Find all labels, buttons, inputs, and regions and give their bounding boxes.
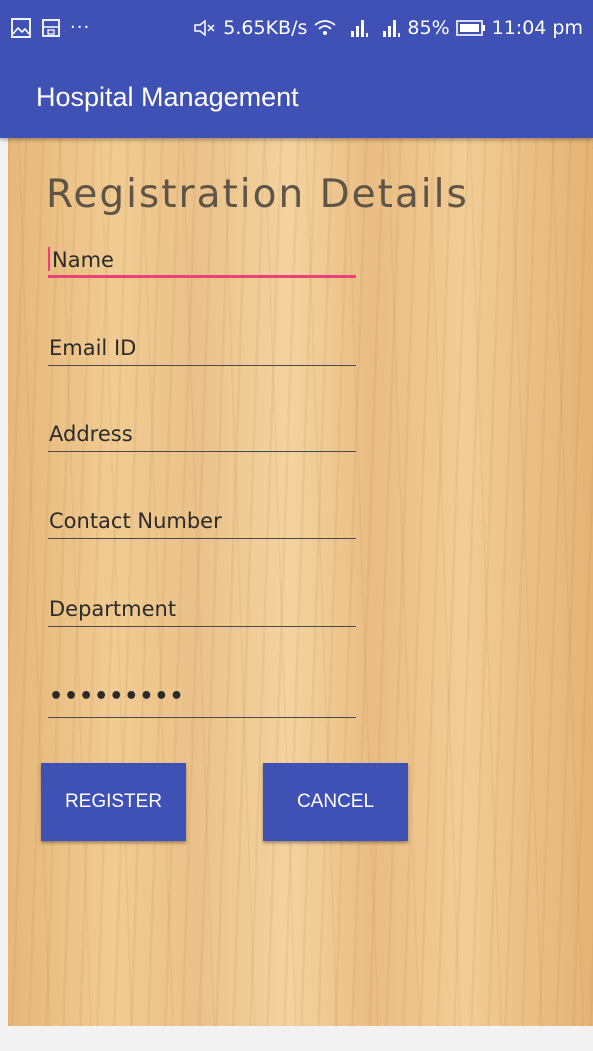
name-placeholder: Name bbox=[52, 248, 114, 272]
address-field[interactable]: Address bbox=[48, 410, 356, 452]
battery-percent: 85% bbox=[407, 17, 450, 39]
contact-number-field[interactable]: Contact Number bbox=[48, 497, 356, 539]
register-button[interactable]: REGISTER bbox=[41, 763, 186, 841]
app-bar: Hospital Management bbox=[0, 56, 593, 138]
more-dots-icon: ··· bbox=[70, 17, 91, 38]
app-title: Hospital Management bbox=[36, 81, 299, 112]
signal-icon bbox=[343, 17, 369, 39]
contact-number-placeholder: Contact Number bbox=[49, 509, 222, 533]
department-placeholder: Department bbox=[49, 597, 177, 621]
sim-card-icon bbox=[40, 17, 62, 39]
network-speed: 5.65KB/s bbox=[223, 17, 308, 39]
registration-form: Registration Details Name Email ID Addre… bbox=[8, 138, 593, 1026]
cancel-button[interactable]: CANCEL bbox=[263, 763, 408, 841]
password-value: ••••••••• bbox=[49, 684, 185, 709]
signal-icon bbox=[375, 17, 401, 39]
mute-icon bbox=[193, 18, 217, 38]
name-underline bbox=[48, 275, 356, 278]
image-icon bbox=[10, 17, 32, 39]
email-placeholder: Email ID bbox=[49, 336, 137, 360]
department-field[interactable]: Department bbox=[48, 585, 356, 627]
wifi-icon bbox=[313, 18, 337, 38]
contact-number-underline bbox=[48, 538, 356, 539]
form-heading: Registration Details bbox=[46, 172, 469, 217]
password-field[interactable]: ••••••••• bbox=[48, 676, 356, 718]
status-time: 11:04 pm bbox=[491, 17, 583, 39]
address-placeholder: Address bbox=[49, 422, 133, 446]
department-underline bbox=[48, 626, 356, 627]
text-cursor bbox=[48, 247, 50, 271]
battery-icon bbox=[455, 19, 486, 37]
address-underline bbox=[48, 451, 356, 452]
name-field[interactable]: Name bbox=[48, 236, 356, 278]
password-underline bbox=[48, 717, 356, 718]
status-bar-left: ··· bbox=[10, 17, 90, 39]
email-field[interactable]: Email ID bbox=[48, 324, 356, 366]
status-bar-right: 5.65KB/s 85% 11:04 pm bbox=[193, 17, 583, 39]
status-bar: ··· 5.65KB/s 85% 11:04 pm bbox=[0, 0, 593, 56]
email-underline bbox=[48, 365, 356, 366]
